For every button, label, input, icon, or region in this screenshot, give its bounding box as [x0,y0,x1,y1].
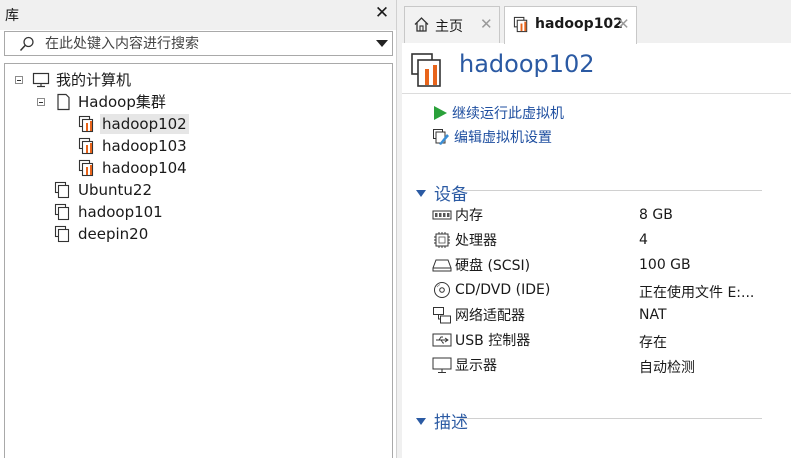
tab-label: hadoop102 [535,16,623,32]
tab-close-icon[interactable]: ✕ [617,15,630,33]
device-value: 8 GB [639,207,673,223]
device-value: 存在 [639,335,667,351]
device-row-display[interactable]: 显示器 [432,355,497,375]
tree-item-label: hadoop104 [102,159,187,177]
cpu-icon [434,232,450,248]
vm-details-pane: 主页 ✕ hadoop102 ✕ hadoop102 继续运行此虚拟机 编辑虚拟… [402,0,791,458]
device-name: 显示器 [455,358,497,374]
resume-vm-label: 继续运行此虚拟机 [452,106,564,122]
network-icon [433,307,451,324]
device-row-usb[interactable]: USB 控制器 [432,330,530,350]
device-name: 硬盘 (SCSI) [455,258,531,274]
device-value: NAT [639,307,667,323]
tree-item-hadoop-cluster[interactable]: Hadoop集群 [54,92,168,112]
tree-collapse-group-icon[interactable] [37,98,45,106]
vm-running-icon [78,159,94,177]
vm-running-icon [78,137,94,155]
vm-off-icon [54,203,70,221]
harddisk-icon [432,259,452,272]
edit-vm-settings-link[interactable]: 编辑虚拟机设置 [432,127,552,147]
device-row-cd-dvd[interactable]: CD/DVD (IDE) [432,280,550,300]
tree-item-my-computer[interactable]: 我的计算机 [32,70,133,90]
play-icon [434,106,447,120]
device-name: 内存 [455,208,483,224]
section-divider [460,190,762,191]
library-tree [4,63,393,458]
vm-off-icon [54,181,70,199]
description-section-toggle[interactable]: 描述 [416,408,468,433]
tab-close-icon[interactable]: ✕ [480,15,493,33]
vm-running-icon [513,16,528,33]
device-name: USB 控制器 [455,333,531,349]
tree-item-label: Hadoop集群 [78,93,166,111]
search-dropdown-icon[interactable] [376,40,388,47]
tree-item-hadoop103[interactable]: hadoop103 [78,136,189,156]
library-panel: 库 ✕ 我的计算机 Hadoop集群 [0,0,396,458]
tree-item-label: hadoop102 [100,114,189,134]
header-divider [402,93,791,94]
resume-vm-link[interactable]: 继续运行此虚拟机 [432,103,564,123]
description-section-title: 描述 [434,413,468,433]
device-value: 正在使用文件 E:... [639,285,755,301]
home-icon [414,17,429,32]
device-row-harddisk[interactable]: 硬盘 (SCSI) [432,255,530,275]
devices-section-toggle[interactable]: 设备 [416,180,468,205]
library-header: 库 ✕ [0,0,396,30]
tree-item-label: hadoop101 [78,203,163,221]
device-name: 网络适配器 [455,308,525,324]
library-title: 库 [5,8,19,24]
device-value: 100 GB [639,257,691,273]
tab-bar: 主页 ✕ hadoop102 ✕ [402,0,791,44]
tree-item-label: 我的计算机 [56,71,132,89]
folder-page-icon [57,93,70,111]
library-search-box[interactable] [4,31,393,56]
tree-collapse-root-icon[interactable] [15,76,23,84]
edit-settings-icon [433,129,449,145]
tree-item-hadoop101[interactable]: hadoop101 [54,202,165,222]
device-row-memory[interactable]: 内存 [432,205,483,225]
tree-item-hadoop102[interactable]: hadoop102 [78,114,189,134]
tab-label: 主页 [435,19,463,35]
vm-off-icon [54,225,70,243]
tree-item-label: hadoop103 [102,137,187,155]
tree-item-label: Ubuntu22 [78,181,152,199]
device-row-processor[interactable]: 处理器 [432,230,497,250]
section-divider [460,418,762,419]
computer-icon [32,72,50,88]
search-icon [19,36,34,52]
device-name: CD/DVD (IDE) [455,282,551,298]
tab-home[interactable]: 主页 ✕ [404,6,500,43]
collapse-triangle-icon [416,417,426,425]
tree-item-label: deepin20 [78,225,149,243]
library-close-icon[interactable]: ✕ [374,3,390,23]
search-input[interactable] [45,34,365,53]
cd-icon [434,282,450,298]
vm-title: hadoop102 [459,50,595,78]
usb-icon [432,333,452,347]
tab-hadoop102[interactable]: hadoop102 ✕ [504,6,637,44]
tree-item-hadoop104[interactable]: hadoop104 [78,158,189,178]
device-name: 处理器 [455,233,497,249]
device-value: 自动检测 [639,360,695,376]
device-row-network[interactable]: 网络适配器 [432,305,525,325]
vm-running-icon [78,115,94,133]
vm-running-large-icon [411,53,441,87]
collapse-triangle-icon [416,189,426,197]
devices-section-title: 设备 [434,185,468,205]
monitor-icon [432,357,452,373]
device-value: 4 [639,232,648,248]
memory-icon [432,210,452,220]
tree-item-deepin20[interactable]: deepin20 [54,224,150,244]
edit-vm-settings-label: 编辑虚拟机设置 [454,130,552,146]
tree-item-ubuntu22[interactable]: Ubuntu22 [54,180,154,200]
